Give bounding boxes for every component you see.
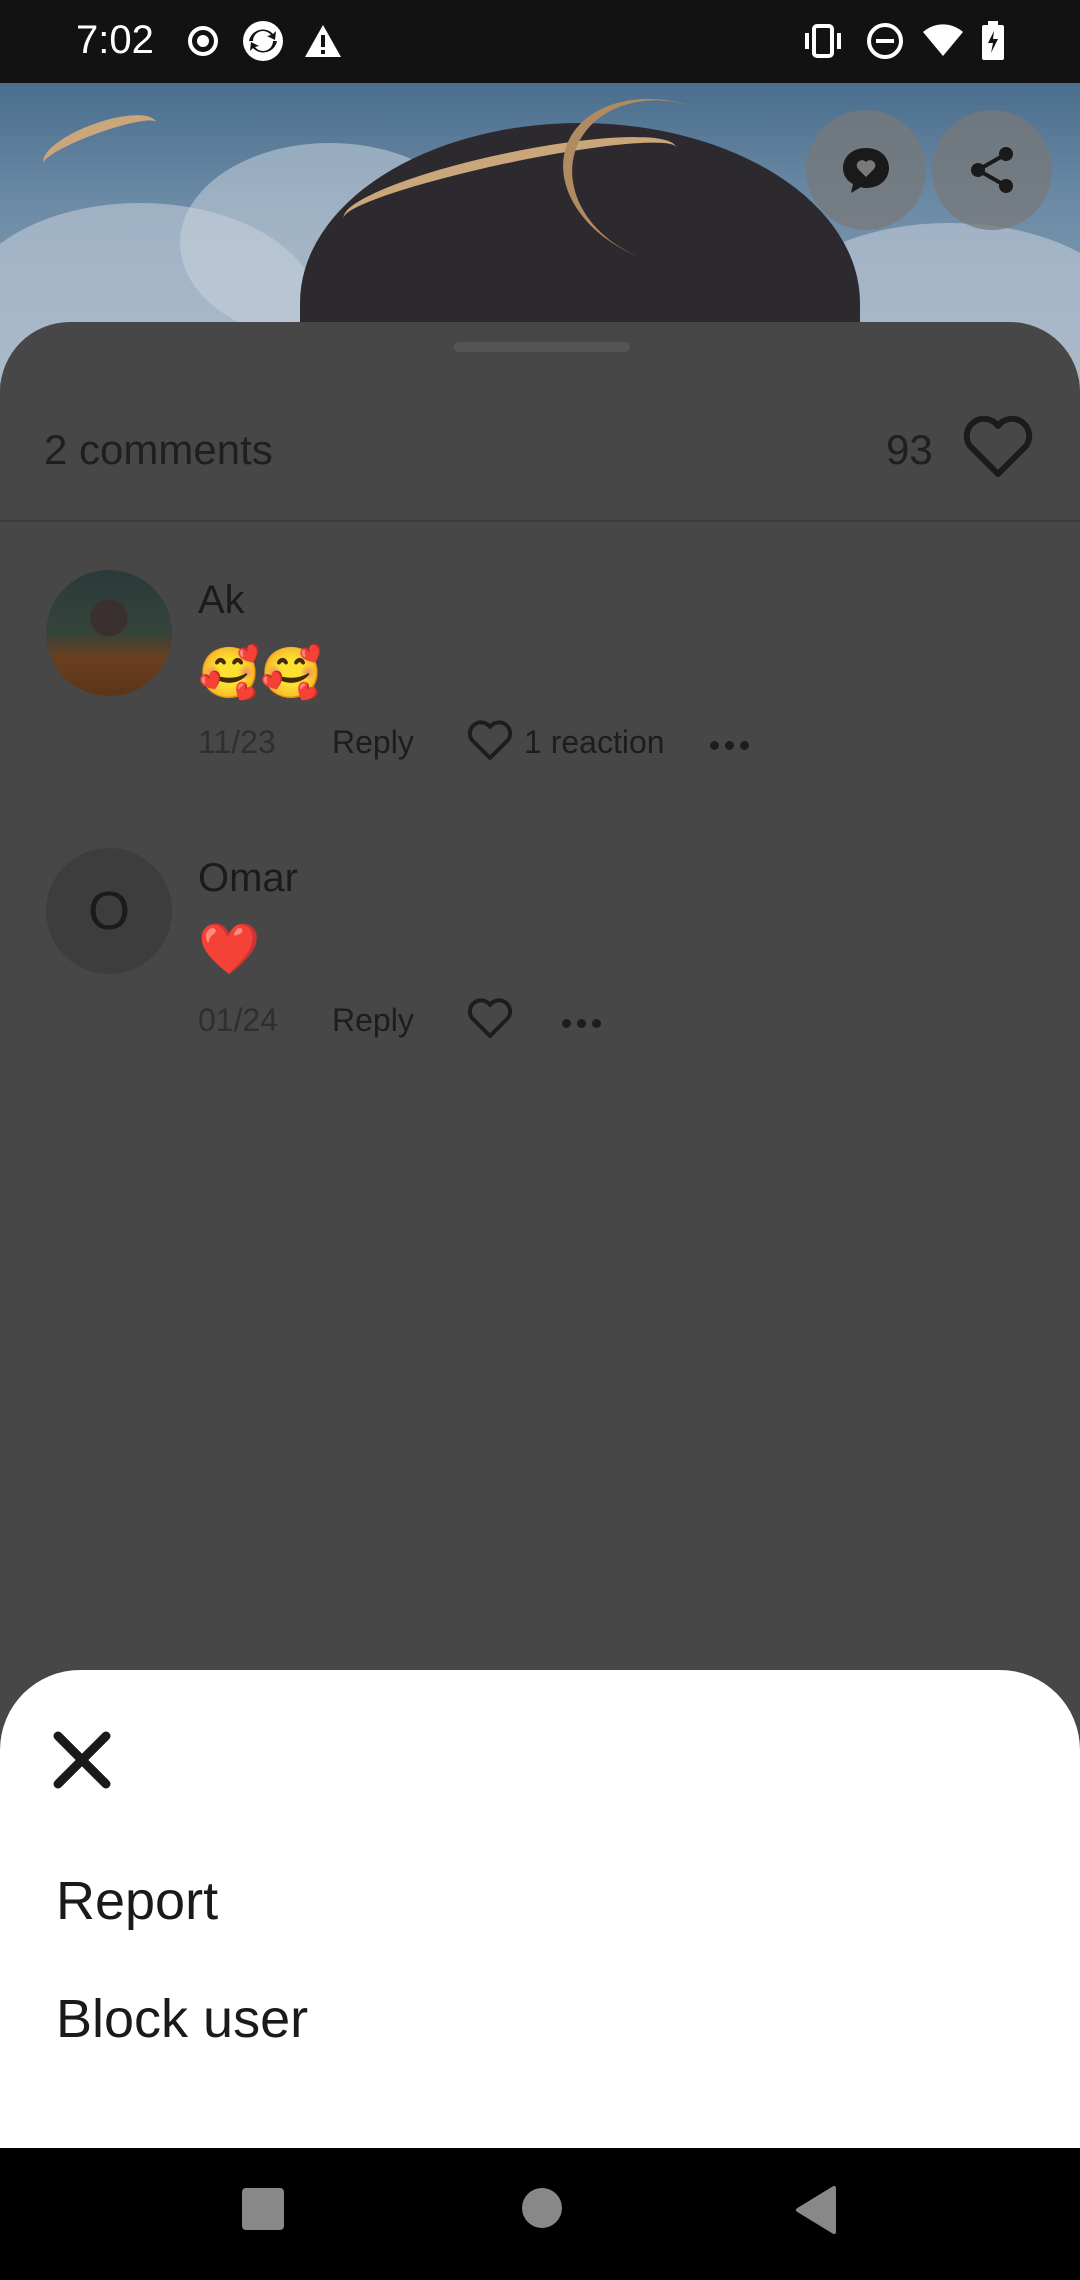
like-post-button[interactable] [962, 415, 1034, 483]
comment-item: Ak 🥰🥰 11/23 Reply 1 reaction [0, 562, 1080, 802]
heart-outline-icon [963, 415, 1033, 477]
heart-outline-icon [467, 998, 513, 1038]
heart-outline-icon [467, 720, 513, 760]
like-comment-button[interactable] [466, 998, 514, 1045]
navigation-bar [0, 2148, 1080, 2280]
share-icon [971, 147, 1013, 193]
comment-bubble-icon [843, 148, 889, 193]
square-icon [242, 2188, 284, 2230]
menu-item-report[interactable]: Report [56, 1870, 218, 1932]
home-button[interactable] [520, 2186, 564, 2235]
comments-header: 2 comments 93 [0, 322, 1080, 522]
options-bottom-sheet: Report Block user [0, 1670, 1080, 2148]
status-time: 7:02 [76, 18, 154, 62]
share-button[interactable] [932, 110, 1052, 230]
warning-icon [300, 18, 346, 64]
reply-button[interactable]: Reply [332, 1002, 414, 1039]
comment-item: O Omar ❤️ 01/24 Reply [0, 840, 1080, 1080]
comment-text: 🥰🥰 [198, 645, 323, 701]
avatar[interactable]: O [46, 848, 172, 974]
likes-count: 93 [886, 426, 933, 473]
comments-count: 2 comments [44, 426, 273, 473]
reaction-count[interactable]: 1 reaction [524, 724, 665, 761]
comment-date: 01/24 [198, 1002, 279, 1038]
comment-date: 11/23 [198, 724, 276, 760]
battery-charging-icon [970, 18, 1016, 64]
comment-text: ❤️ [198, 921, 261, 977]
menu-item-block-user[interactable]: Block user [56, 1988, 308, 2050]
wifi-icon [920, 18, 966, 64]
close-button[interactable] [50, 1728, 114, 1797]
status-bar: 7:02 [0, 0, 1080, 83]
reply-button[interactable]: Reply [332, 724, 414, 761]
close-icon [53, 1731, 111, 1789]
comment-button[interactable] [806, 110, 926, 230]
record-icon [180, 18, 226, 64]
more-options-button[interactable] [562, 1019, 601, 1028]
back-button[interactable] [794, 2186, 838, 2239]
comment-author[interactable]: Ak [198, 578, 245, 623]
vibrate-icon [800, 18, 846, 64]
circle-icon [522, 2188, 562, 2228]
back-triangle-icon [796, 2186, 836, 2234]
recents-button[interactable] [240, 2186, 286, 2237]
sync-app-icon [240, 18, 286, 64]
do-not-disturb-icon [862, 18, 908, 64]
like-comment-button[interactable] [466, 720, 514, 767]
avatar[interactable] [46, 570, 172, 696]
comment-author[interactable]: Omar [198, 856, 298, 901]
more-options-button[interactable] [710, 741, 749, 750]
